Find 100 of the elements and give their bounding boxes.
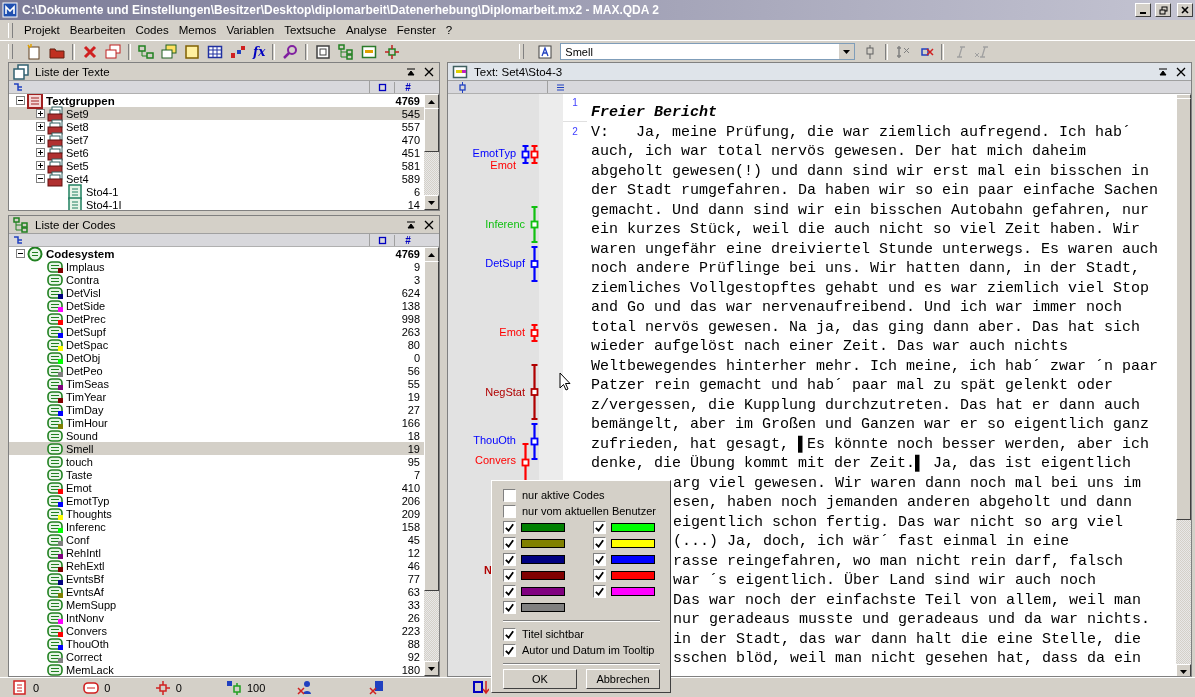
scroll-down-icon[interactable]: [428, 666, 435, 671]
tree-item[interactable]: Inferenc 158: [9, 520, 424, 533]
tree-item[interactable]: Codesystem 4769: [9, 247, 424, 260]
scroll-up-icon[interactable]: [428, 99, 435, 104]
tree-item[interactable]: touch 95: [9, 455, 424, 468]
checkbox[interactable]: [503, 584, 516, 598]
tree-item[interactable]: Correct 92: [9, 650, 424, 663]
menu-item[interactable]: Fenster: [391, 24, 441, 36]
checkbox[interactable]: [593, 552, 606, 566]
tree-item[interactable]: EmotTyp 206: [9, 494, 424, 507]
checkbox[interactable]: [503, 600, 516, 614]
checkbox[interactable]: [593, 520, 606, 534]
tree-item[interactable]: Thoughts 209: [9, 507, 424, 520]
menu-item[interactable]: Memos: [173, 24, 222, 36]
code-bracket[interactable]: [521, 443, 530, 482]
tree-item[interactable]: Smell 19: [9, 442, 424, 455]
tree-item[interactable]: Set7 470: [9, 133, 424, 146]
tree-item[interactable]: Sound 18: [9, 429, 424, 442]
code-bracket[interactable]: [530, 324, 539, 342]
tree-item[interactable]: DetPeo 56: [9, 364, 424, 377]
tree-item[interactable]: Set4 589: [9, 172, 424, 185]
scrollbar[interactable]: [424, 94, 439, 210]
code-bracket[interactable]: [530, 364, 539, 420]
close-button[interactable]: [1177, 3, 1193, 17]
tree-item[interactable]: Set5 581: [9, 159, 424, 172]
nodes-icon[interactable]: [338, 43, 355, 60]
tree-item[interactable]: Set6 451: [9, 146, 424, 159]
tree-item[interactable]: Implaus 9: [9, 260, 424, 273]
tree-item[interactable]: TimHour 166: [9, 416, 424, 429]
minimize-button[interactable]: [1135, 3, 1151, 17]
tree-item[interactable]: Sto4-1I 14: [9, 198, 424, 210]
window-icon[interactable]: [361, 43, 378, 60]
expand-icon[interactable]: [35, 161, 45, 170]
tree-item[interactable]: ThouOth 88: [9, 637, 424, 650]
collapse-icon[interactable]: [15, 96, 25, 105]
nodes-icon[interactable]: [384, 43, 401, 60]
menu-item[interactable]: Bearbeiten: [64, 24, 131, 36]
cross-icon[interactable]: [82, 43, 98, 60]
scrollbar[interactable]: [424, 247, 439, 676]
cancel-button[interactable]: Abbrechen: [586, 669, 660, 689]
table-icon[interactable]: [207, 43, 223, 60]
tree-item[interactable]: DetSpac 80: [9, 338, 424, 351]
expand-icon[interactable]: [35, 148, 45, 157]
tree-item[interactable]: DetVisl 624: [9, 286, 424, 299]
scrollbar[interactable]: [1176, 94, 1191, 676]
windows-icon[interactable]: [161, 43, 177, 60]
restore-button[interactable]: [1155, 3, 1171, 17]
tree-item[interactable]: DetPrec 998: [9, 312, 424, 325]
window-icon[interactable]: [315, 43, 332, 60]
checkbox[interactable]: [503, 568, 516, 582]
menu-item[interactable]: Analyse: [340, 24, 392, 36]
tree-item[interactable]: Conf 45: [9, 533, 424, 546]
tree-item[interactable]: Contra 3: [9, 273, 424, 286]
tree-item[interactable]: MemLack 180: [9, 663, 424, 676]
collapse-icon[interactable]: [35, 174, 45, 183]
code-bracket[interactable]: [530, 145, 539, 164]
scroll-up-icon[interactable]: [428, 252, 435, 257]
menu-item[interactable]: Variablen: [221, 24, 280, 36]
column-header[interactable]: #: [394, 81, 421, 93]
checkbox[interactable]: [503, 643, 516, 657]
checkbox[interactable]: [593, 568, 606, 582]
expand-icon[interactable]: [35, 135, 45, 144]
checkbox[interactable]: [503, 536, 516, 550]
tree-item[interactable]: MemSupp 33: [9, 598, 424, 611]
scroll-down-icon[interactable]: [428, 200, 435, 205]
tree-item[interactable]: TimSeas 55: [9, 377, 424, 390]
checkbox[interactable]: [503, 520, 516, 534]
checkbox[interactable]: [593, 536, 606, 550]
search-icon[interactable]: [282, 43, 299, 60]
code-list-icon[interactable]: [537, 43, 554, 60]
column-header[interactable]: #: [394, 234, 421, 246]
tree-item[interactable]: Set8 557: [9, 120, 424, 133]
tree-item[interactable]: RehExtl 46: [9, 559, 424, 572]
ok-button[interactable]: OK: [503, 669, 577, 689]
checkbox[interactable]: [503, 627, 516, 641]
scroll-down-icon[interactable]: [1180, 669, 1187, 674]
checkbox[interactable]: [593, 584, 606, 598]
bars-icon[interactable]: [230, 43, 246, 60]
collapse-icon[interactable]: [15, 249, 25, 258]
checkbox[interactable]: [503, 488, 516, 502]
tree-item[interactable]: DetObj 0: [9, 351, 424, 364]
windows-icon[interactable]: [105, 43, 121, 60]
checkbox[interactable]: [503, 552, 516, 566]
expand-icon[interactable]: [35, 122, 45, 131]
tree-item[interactable]: Emot 410: [9, 481, 424, 494]
checkbox[interactable]: [503, 504, 516, 518]
tree-item[interactable]: TimYear 19: [9, 390, 424, 403]
tree-item[interactable]: DetSupf 263: [9, 325, 424, 338]
code-dropdown[interactable]: Smell: [560, 43, 856, 60]
tree-item[interactable]: EvntsBf 77: [9, 572, 424, 585]
window-icon[interactable]: [184, 43, 200, 60]
menu-item[interactable]: Textsuche: [279, 24, 341, 36]
new-page-icon[interactable]: [26, 43, 42, 60]
tree-item[interactable]: DetSide 138: [9, 299, 424, 312]
menu-item[interactable]: Codes: [130, 24, 174, 36]
expand-icon[interactable]: [35, 109, 45, 118]
menu-item[interactable]: Projekt: [19, 24, 65, 36]
tree-item[interactable]: TimDay 27: [9, 403, 424, 416]
function-button[interactable]: fx: [253, 44, 266, 59]
tree-item[interactable]: Convers 223: [9, 624, 424, 637]
